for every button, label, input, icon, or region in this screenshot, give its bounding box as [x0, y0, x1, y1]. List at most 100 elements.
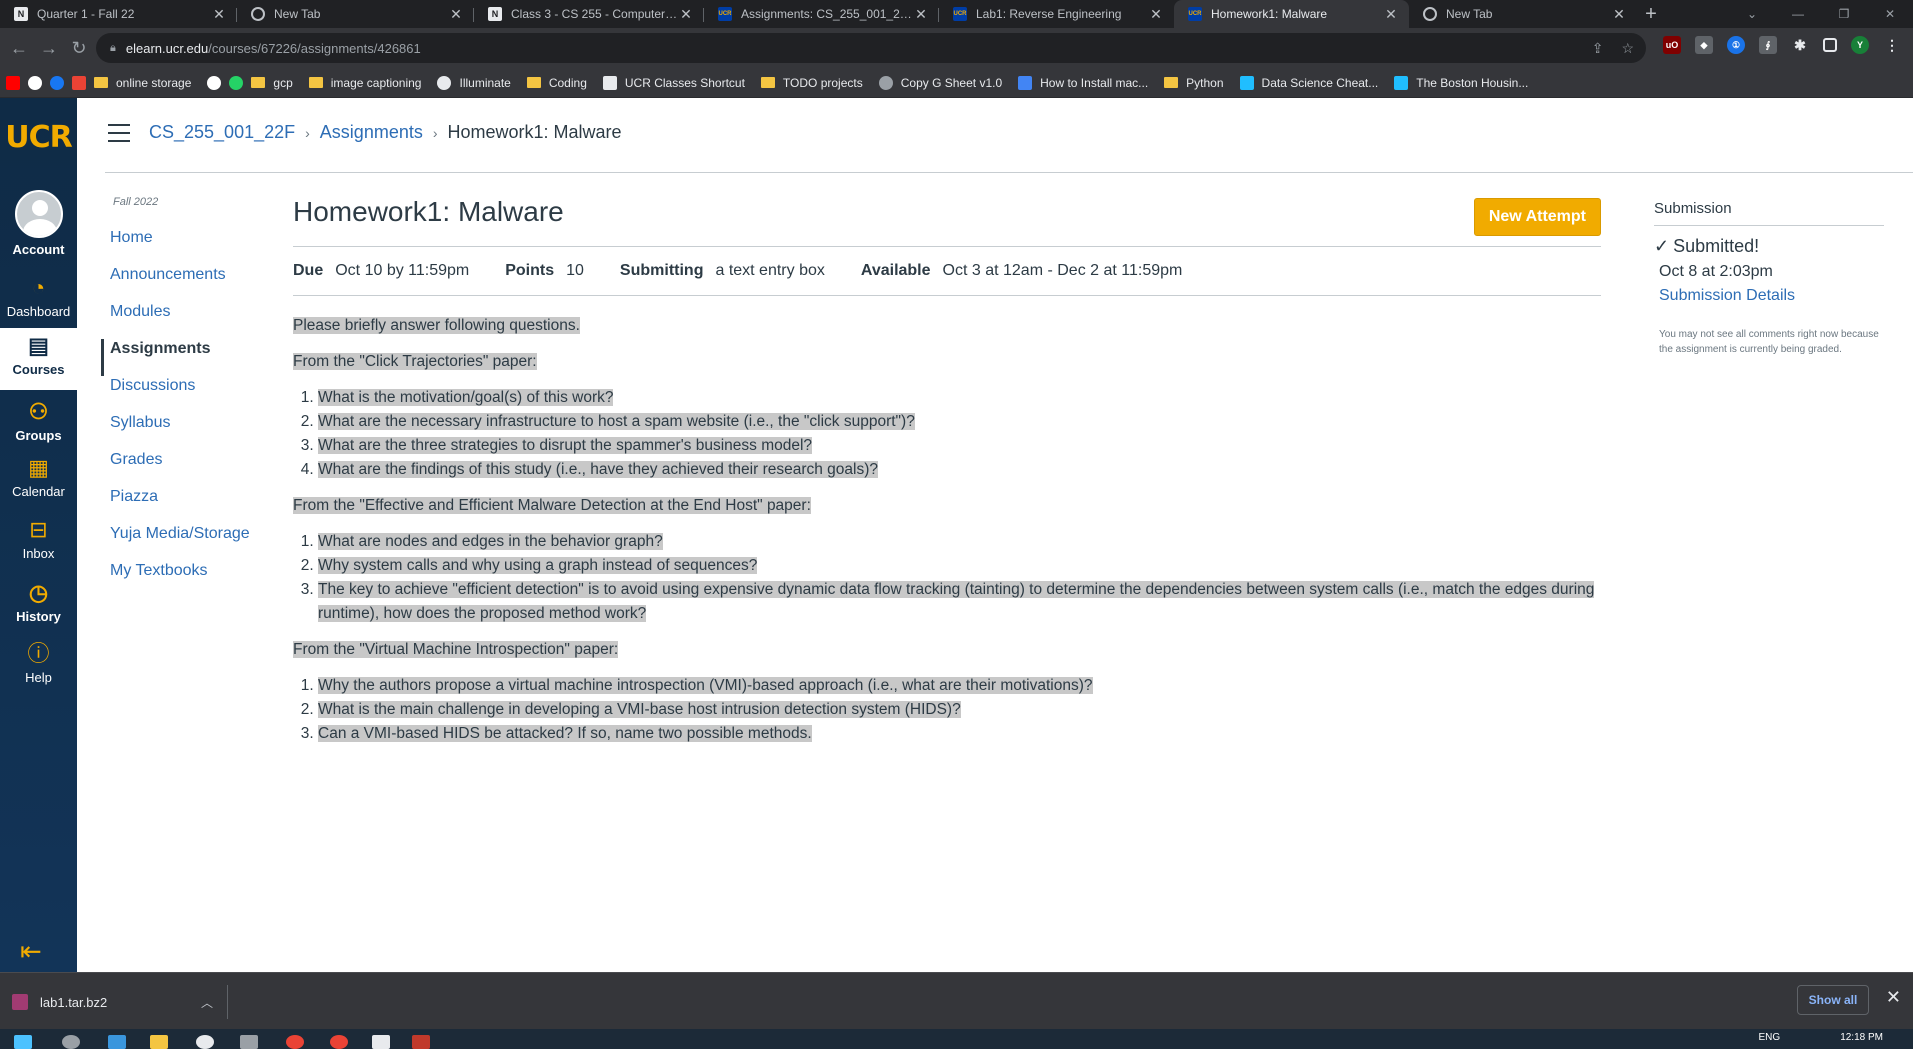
reload-icon[interactable]: ↻ — [64, 33, 94, 63]
forward-icon[interactable]: → — [34, 33, 64, 63]
show-all-button[interactable]: Show all — [1797, 985, 1869, 1015]
bookmark-ucr-classes[interactable]: UCR Classes Shortcut — [602, 75, 745, 90]
bookmark-boston-housing[interactable]: The Boston Housin... — [1394, 75, 1528, 90]
chrome-taskbar-icon[interactable] — [330, 1035, 348, 1049]
bookmark-data-science[interactable]: Data Science Cheat... — [1239, 75, 1378, 90]
window-close-icon[interactable]: ✕ — [1867, 0, 1913, 28]
close-icon[interactable]: ✕ — [211, 6, 227, 23]
menu-dots-icon[interactable]: ⋮ — [1883, 36, 1901, 54]
collapse-nav-icon[interactable]: ⇤ — [20, 936, 42, 967]
close-icon[interactable]: ✕ — [1886, 987, 1901, 1008]
sidepanel-icon[interactable] — [1823, 38, 1837, 52]
course-nav-piazza[interactable]: Piazza — [101, 487, 281, 524]
question-item: What are the three strategies to disrupt… — [318, 437, 813, 454]
bookmark-online-storage[interactable]: online storage — [94, 76, 191, 90]
profile-avatar[interactable]: Y — [1851, 36, 1869, 54]
onepassword-icon[interactable]: ① — [1727, 36, 1745, 54]
nav-courses[interactable]: ▤ Courses — [0, 328, 77, 390]
course-nav-announcements[interactable]: Announcements — [101, 265, 281, 302]
nav-account[interactable]: Account — [0, 190, 77, 257]
bookmark-star-icon[interactable]: ☆ — [1621, 40, 1634, 57]
bookmark-python[interactable]: Python — [1164, 76, 1224, 90]
browser-tab[interactable]: N Quarter 1 - Fall 22 ✕ — [0, 0, 237, 28]
course-nav-grades[interactable]: Grades — [101, 450, 281, 487]
bookmark-copy-g-sheet[interactable]: Copy G Sheet v1.0 — [878, 75, 1002, 90]
chevron-right-icon: › — [305, 124, 310, 141]
taskbar-app-icon[interactable] — [196, 1035, 214, 1049]
tab-search-icon[interactable]: ⌄ — [1729, 0, 1775, 28]
github-icon[interactable] — [207, 75, 222, 90]
close-icon[interactable]: ✕ — [1148, 6, 1164, 23]
browser-tab[interactable]: New Tab ✕ — [237, 0, 474, 28]
bookmark-gcp[interactable]: gcp — [251, 76, 293, 90]
bookmark-install-mac[interactable]: How to Install mac... — [1018, 75, 1148, 90]
bookmark-illuminate[interactable]: Illuminate — [437, 75, 511, 90]
language-indicator[interactable]: ENG — [1759, 1032, 1781, 1043]
course-nav-discussions[interactable]: Discussions — [101, 376, 281, 413]
facebook-icon[interactable] — [50, 75, 64, 90]
nav-history[interactable]: ◷ History — [0, 581, 77, 625]
breadcrumb-course[interactable]: CS_255_001_22F — [149, 122, 295, 143]
new-attempt-button[interactable]: New Attempt — [1473, 198, 1601, 236]
youtube-icon[interactable] — [6, 75, 20, 90]
close-icon[interactable]: ✕ — [1383, 6, 1399, 23]
taskbar-app-icon[interactable] — [412, 1035, 430, 1049]
share-icon[interactable]: ⇪ — [1592, 40, 1604, 57]
taskbar-app-icon[interactable] — [240, 1035, 258, 1049]
course-nav-assignments[interactable]: Assignments — [101, 339, 281, 376]
chrome-taskbar-icon[interactable] — [286, 1035, 304, 1049]
course-nav-textbooks[interactable]: My Textbooks — [101, 561, 281, 598]
nav-inbox[interactable]: ⊟ Inbox — [0, 518, 77, 562]
file-explorer-icon[interactable] — [150, 1035, 168, 1049]
whatsapp-icon[interactable] — [229, 75, 244, 90]
hamburger-menu-icon[interactable] — [108, 124, 130, 148]
ublock-icon[interactable]: uO — [1663, 36, 1681, 54]
windows-start-icon[interactable] — [14, 1035, 32, 1049]
nav-calendar[interactable]: ▦ Calendar — [0, 456, 77, 500]
nav-help[interactable]: ⓘ Help — [0, 642, 77, 686]
taskbar-app-icon[interactable] — [372, 1035, 390, 1049]
submission-details-link[interactable]: Submission Details — [1659, 287, 1884, 305]
back-icon[interactable]: ← — [4, 33, 34, 63]
submission-date: Oct 8 at 2:03pm — [1659, 263, 1773, 280]
course-nav-modules[interactable]: Modules — [101, 302, 281, 339]
dashboard-icon: ◔ — [31, 275, 46, 300]
extension-icon[interactable]: ◆ — [1695, 36, 1713, 54]
question-item: Can a VMI-based HIDS be attacked? If so,… — [318, 725, 812, 742]
close-icon[interactable]: ✕ — [1611, 6, 1627, 23]
nav-dashboard[interactable]: ◔ Dashboard — [0, 275, 77, 320]
extension-icon[interactable]: ∮ — [1759, 36, 1777, 54]
search-icon[interactable] — [62, 1035, 80, 1049]
bookmark-todo-projects[interactable]: TODO projects — [760, 76, 863, 90]
course-nav-home[interactable]: Home — [101, 228, 281, 265]
course-nav-syllabus[interactable]: Syllabus — [101, 413, 281, 450]
breadcrumb-assignments[interactable]: Assignments — [320, 122, 423, 143]
submission-sidebar: Submission ✓ Submitted! Oct 8 at 2:03pm S… — [1654, 200, 1884, 357]
address-bar[interactable]: 🔒︎ elearn.ucr.edu/courses/67226/assignme… — [96, 33, 1646, 63]
close-icon[interactable]: ✕ — [448, 6, 464, 23]
bookmark-image-captioning[interactable]: image captioning — [308, 76, 421, 90]
browser-tab[interactable]: UCR Lab1: Reverse Engineering ✕ — [939, 0, 1174, 28]
minimize-icon[interactable]: — — [1775, 0, 1821, 28]
bookmark-coding[interactable]: Coding — [526, 76, 587, 90]
google-icon[interactable] — [28, 75, 42, 90]
restore-icon[interactable]: ❐ — [1821, 0, 1867, 28]
browser-tab[interactable]: New Tab ✕ — [1409, 0, 1637, 28]
close-icon[interactable]: ✕ — [913, 6, 929, 23]
close-icon[interactable]: ✕ — [678, 6, 694, 23]
question-item: Why system calls and why using a graph i… — [318, 557, 758, 574]
clock[interactable]: 12:18 PM — [1840, 1032, 1883, 1043]
browser-tab[interactable]: N Class 3 - CS 255 - Computer Sec ✕ — [474, 0, 704, 28]
gmail-icon[interactable] — [72, 75, 86, 90]
chevron-up-icon[interactable]: ︿ — [201, 994, 213, 1011]
browser-tab-active[interactable]: UCR Homework1: Malware ✕ — [1174, 0, 1409, 28]
taskbar-app-icon[interactable] — [108, 1035, 126, 1049]
puzzle-icon[interactable]: ✱ — [1791, 36, 1809, 54]
course-nav-yuja[interactable]: Yuja Media/Storage — [101, 524, 281, 561]
ucr-logo[interactable]: UCR — [0, 120, 77, 155]
new-tab-button[interactable]: + — [1637, 0, 1665, 28]
submitting-value: a text entry box — [715, 262, 825, 279]
nav-groups[interactable]: ⚇ Groups — [0, 400, 77, 444]
download-item[interactable]: lab1.tar.bz2 ︿ — [12, 985, 228, 1019]
browser-tab[interactable]: UCR Assignments: CS_255_001_22F - ✕ — [704, 0, 939, 28]
